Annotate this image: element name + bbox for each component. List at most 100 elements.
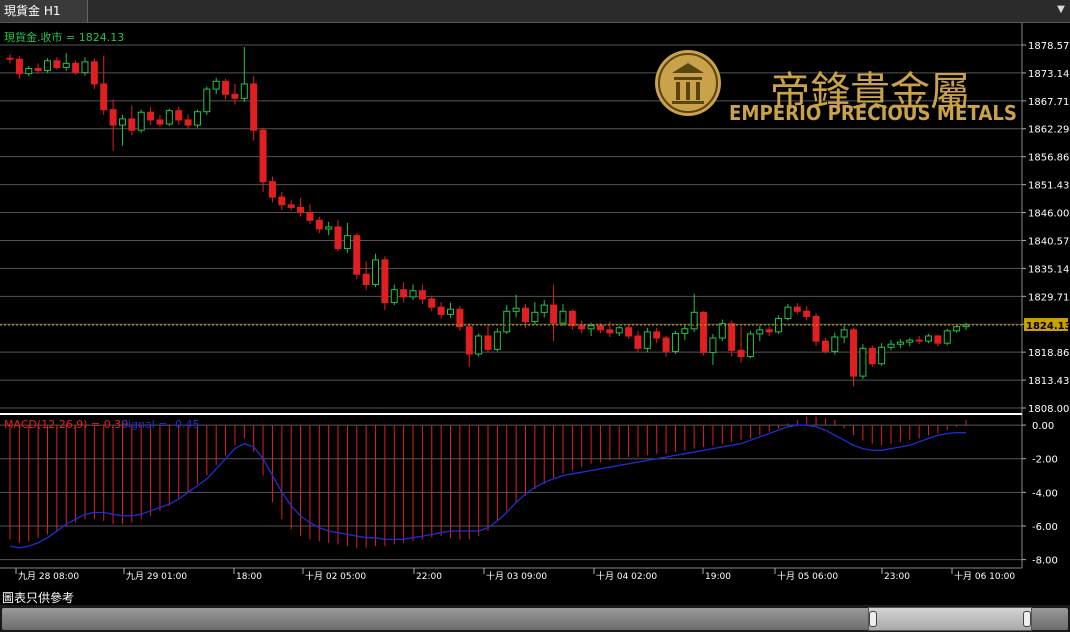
tab-bar: 現貨金 H1 ▼ [0,0,1070,23]
candle-body [372,259,380,286]
candle-body [728,323,736,351]
candle [90,58,98,90]
candle [756,325,764,342]
candle [193,109,201,128]
chart-svg[interactable]: 帝鋒貴金屬 EMPERIO PRECIOUS METALS 1878.57187… [0,23,1070,583]
price-legend: 現貨金.收市 = 1824.13 [4,30,124,44]
candle [240,46,248,102]
candle [43,58,51,73]
candle [568,309,576,330]
candle-body [175,110,183,121]
candle [184,114,192,130]
candle [625,324,633,340]
candle [943,328,951,346]
candle-body [137,111,145,131]
candle-body [850,329,858,377]
candle [118,114,126,146]
candle-body [878,346,886,365]
candle-body [381,259,389,304]
candle-body [222,80,230,95]
candle [784,304,792,321]
candle-body [109,109,117,126]
candle [578,320,586,334]
candle-body [596,325,604,331]
candle [203,86,211,115]
candle [109,99,117,151]
candle [700,311,708,356]
candle-body [53,60,61,68]
candle [550,284,558,342]
candle [137,109,145,133]
candle [653,327,661,344]
candle-body [362,273,370,286]
chart-area[interactable]: 帝鋒貴金屬 EMPERIO PRECIOUS METALS 1878.57 187… [0,23,1070,583]
candle-body [240,83,248,99]
candle [212,77,220,95]
candle [259,127,267,192]
time-tick-label: 九月 29 01:00 [126,571,187,582]
candle [484,324,492,353]
candle-body [690,311,698,330]
time-tick-label: 十月 02 05:00 [305,570,366,582]
time-tick-label: 九月 28 08:00 [18,571,79,582]
candle [334,220,342,252]
candle [868,345,876,367]
scroll-handle-left[interactable] [869,611,877,627]
candle-body [203,88,211,113]
candle-body [193,111,201,126]
time-tick-label: 十月 06 10:00 [954,570,1015,582]
candle-body [418,290,426,300]
candle-body [156,119,164,125]
candle-body [428,298,436,308]
tab-menu-icon[interactable]: ▼ [1056,3,1066,17]
candle-body [831,336,839,352]
time-tick-label: 十月 05 06:00 [777,570,838,582]
candle [165,108,173,127]
scroll-thumb[interactable] [868,607,1032,631]
logo-english: EMPERIO PRECIOUS METALS [729,101,1017,125]
candle-body [25,68,33,75]
candle [62,53,70,72]
candle-body [559,310,567,324]
candle-body [625,327,633,337]
candle [175,106,183,126]
candle [390,284,398,306]
candle [437,302,445,319]
signal-legend: Signal = -0.45 [121,418,199,431]
candle [465,323,473,367]
candle [72,60,80,75]
candle [297,198,305,217]
candle-body [118,118,126,126]
candle-body [840,329,848,338]
time-tick-label: 十月 03 09:00 [486,570,547,582]
candle [728,320,736,357]
candle-body [334,226,342,250]
scroll-handle-right[interactable] [1023,611,1031,627]
candle-body [493,331,501,350]
candle [306,204,314,224]
candle [634,330,642,353]
candle-body [934,335,942,344]
candle-body [297,206,305,214]
candle [250,76,258,141]
chart-tab[interactable]: 現貨金 H1 [0,0,88,22]
candle [615,325,623,336]
footer-note: 圖表只供參考 [2,591,75,605]
candle [925,333,933,344]
candle [493,328,501,352]
candle [353,233,361,280]
candle [128,105,136,136]
candle-body [943,330,951,344]
candle [859,344,867,380]
candle-body [15,58,23,75]
chart-scrollbar[interactable] [0,605,1070,632]
macd-tick-label: 0.00 [1032,421,1054,432]
candle-body [325,226,333,230]
price-tick-label: 1818.86 [1028,348,1069,359]
candle-body [784,306,792,319]
candle-body [634,335,642,349]
candle-body [756,329,764,335]
candle-body [475,335,483,355]
candle [690,293,698,332]
candle-body [231,93,239,99]
